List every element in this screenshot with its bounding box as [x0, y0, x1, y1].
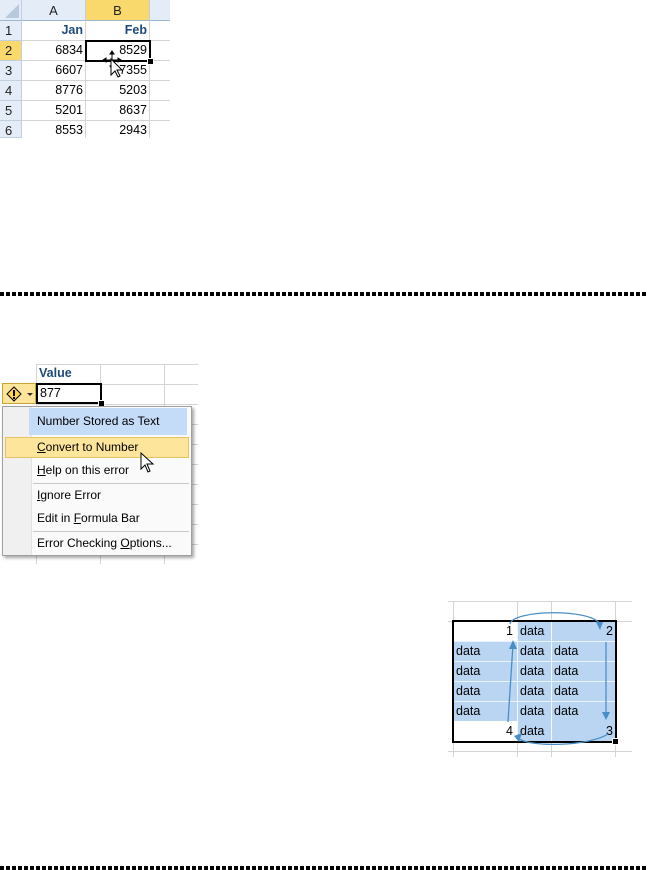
- menu-item-edit-formula-bar[interactable]: Edit in Formula Bar: [37, 511, 140, 525]
- row-header-2[interactable]: 2: [0, 41, 22, 61]
- cell-a6[interactable]: 8553: [22, 121, 86, 138]
- row-header-3[interactable]: 3: [0, 61, 22, 81]
- section-divider-2: [0, 866, 648, 870]
- menu-separator: [33, 483, 189, 484]
- menu-item-help-on-error[interactable]: Help on this error: [37, 463, 129, 477]
- selection-order-arrows-icon: [507, 612, 610, 746]
- row-header-5[interactable]: 5: [0, 101, 22, 121]
- menu-item-ignore-error[interactable]: Ignore Error: [37, 488, 101, 502]
- fill-handle[interactable]: [147, 58, 154, 65]
- menu-icon-strip: [3, 407, 32, 555]
- cell-a4[interactable]: 8776: [22, 81, 86, 101]
- dropdown-arrow-icon: [27, 393, 33, 396]
- column-c-cells[interactable]: [150, 41, 170, 138]
- menu-item-convert-to-number[interactable]: Convert to Number: [37, 440, 138, 454]
- menu-item-error-checking-options[interactable]: Error Checking Options...: [37, 536, 172, 550]
- cell-b4[interactable]: 5203: [86, 81, 150, 101]
- cell-b6[interactable]: 2943: [86, 121, 150, 138]
- cell-a2[interactable]: 6834: [22, 41, 86, 61]
- active-cell-value[interactable]: 877: [36, 383, 102, 404]
- section-divider-1: [0, 292, 648, 296]
- value-header[interactable]: Value: [39, 366, 72, 380]
- row-header-1[interactable]: 1: [0, 21, 22, 41]
- column-header-extra[interactable]: [150, 0, 170, 21]
- menu-title: Number Stored as Text: [37, 414, 160, 428]
- move-cursor-icon: [102, 50, 124, 78]
- cell-b1[interactable]: Feb: [86, 21, 150, 41]
- cell-a1[interactable]: Jan: [22, 21, 86, 41]
- menu-separator: [33, 531, 189, 532]
- select-all-corner[interactable]: [0, 0, 22, 21]
- cell-b5[interactable]: 8637: [86, 101, 150, 121]
- corner-triangle-icon: [5, 4, 19, 18]
- cell-a5[interactable]: 5201: [22, 101, 86, 121]
- warning-diamond-icon: [6, 386, 33, 402]
- cell-c1[interactable]: [150, 21, 170, 41]
- row-header-6[interactable]: 6: [0, 121, 22, 138]
- error-checking-menu: Number Stored as Text Convert to Number …: [2, 406, 192, 556]
- column-header-a[interactable]: A: [22, 0, 86, 21]
- error-smart-tag-button[interactable]: [2, 383, 36, 404]
- pointer-cursor-icon: [140, 452, 155, 473]
- cell-a3[interactable]: 6607: [22, 61, 86, 81]
- row-header-4[interactable]: 4: [0, 81, 22, 101]
- column-header-b[interactable]: B: [86, 0, 150, 21]
